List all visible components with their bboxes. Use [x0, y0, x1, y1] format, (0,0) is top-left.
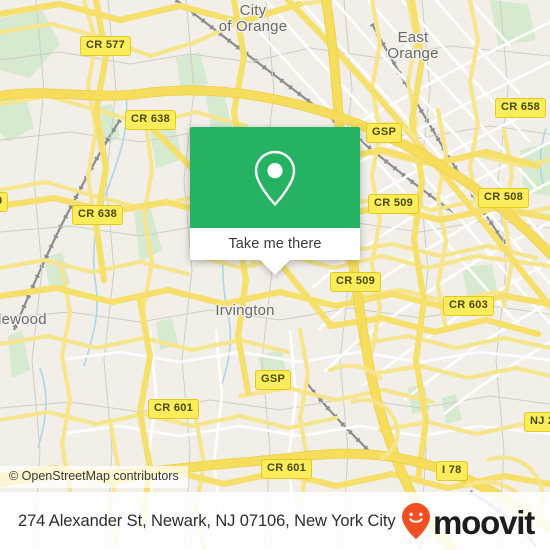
shield-cr-509-mid: CR 509: [330, 272, 382, 292]
place-label-east-orange: East Orange: [387, 29, 439, 62]
shield-cr-601-left: CR 601: [148, 399, 200, 419]
address-text: 274 Alexander St, Newark, NJ 07106, New …: [18, 511, 396, 530]
shield-cr-601-bot: CR 601: [261, 459, 313, 479]
shield-cr-638-top: CR 638: [125, 110, 177, 130]
shield-cr-577: CR 577: [80, 36, 132, 56]
shield-cr-509-top: CR 509: [368, 194, 420, 214]
osm-attribution[interactable]: © OpenStreetMap contributors: [0, 466, 188, 488]
footer-bar: 274 Alexander St, Newark, NJ 07106, New …: [0, 492, 550, 550]
shield-cr-638-mid: CR 638: [72, 205, 124, 225]
shield-gsp-top: GSP: [366, 123, 403, 143]
popup-pin-panel: [190, 127, 360, 228]
popup-cta-bar[interactable]: Take me there: [190, 228, 360, 260]
shield-cr-658: CR 658: [495, 98, 547, 118]
moovit-logo[interactable]: moovit: [401, 502, 535, 541]
shield-cr-508: CR 508: [478, 188, 530, 208]
shield-i-78: I 78: [436, 461, 468, 481]
moovit-wordmark: moovit: [433, 503, 535, 541]
shield-gsp-bottom: GSP: [255, 370, 292, 390]
place-label-city-of-orange: City of Orange: [218, 2, 288, 35]
take-me-there-label: Take me there: [228, 236, 322, 252]
moovit-pin-icon: [401, 502, 431, 540]
shield-cr-603: CR 603: [443, 296, 495, 316]
popup-pointer-tail: [260, 260, 290, 275]
place-label-maplewood: lewood: [0, 311, 47, 328]
destination-popup-card[interactable]: Take me there: [190, 127, 360, 275]
map-screen: .water { fill:none; stroke:#a9d7e8; stro…: [0, 0, 550, 550]
place-label-irvington: Irvington: [215, 302, 275, 319]
location-pin-icon: [252, 149, 298, 207]
shield-edge-left: 0: [0, 192, 9, 212]
shield-nj-2: NJ 2: [524, 412, 550, 432]
